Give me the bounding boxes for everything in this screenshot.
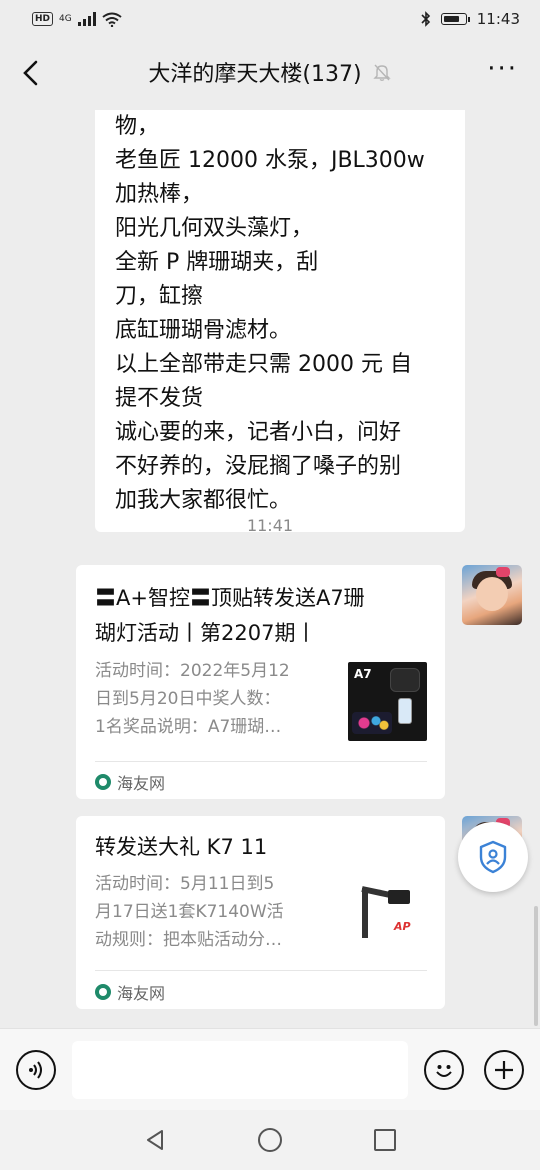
message-line: 诚心要的来，记者小白，问好: [115, 420, 402, 445]
message-line: 全新 P 牌珊瑚夹，刮: [115, 250, 319, 275]
card-desc-line: 活动时间：5月11日到5: [95, 874, 275, 894]
card-source: 海友网: [95, 980, 165, 1004]
source-name: 海友网: [117, 984, 166, 1003]
message-input-bar: [0, 1028, 540, 1110]
card-title-line: 瑚灯活动丨第2207期丨: [95, 621, 317, 645]
card-description: 活动时间：2022年5月12 日到5月20日中奖人数： 1名奖品说明：A7珊瑚…: [95, 657, 333, 741]
nav-recents-icon[interactable]: [374, 1129, 396, 1151]
message-input[interactable]: [72, 1041, 408, 1099]
nav-back-icon[interactable]: [144, 1128, 166, 1152]
bell-off-icon: [372, 64, 391, 81]
card-divider: [95, 761, 427, 762]
thumb-label: A7: [354, 667, 372, 681]
link-card-k7[interactable]: 转发送大礼 K7 11 活动时间：5月11日到5 月17日送1套K7140W活 …: [76, 816, 445, 1009]
status-right: 11:43: [421, 10, 520, 28]
shield-person-icon: [479, 840, 507, 874]
chat-header: 大洋的摩天大楼(137) ···: [0, 38, 540, 110]
message-timestamp: 11:41: [246, 516, 294, 535]
bluetooth-icon: [421, 11, 430, 27]
voice-input-button[interactable]: [16, 1050, 56, 1090]
more-actions-button[interactable]: [484, 1050, 524, 1090]
message-line: 加我大家都很忙。: [115, 488, 292, 513]
wifi-icon: [102, 12, 122, 27]
source-logo-icon: [95, 774, 111, 790]
message-line: 刀，缸擦: [115, 284, 204, 309]
card-desc-line: 动规则：把本贴活动分…: [95, 930, 282, 950]
phone-image: [398, 698, 412, 724]
title-wrap: 大洋的摩天大楼(137): [0, 56, 540, 88]
coral-image: [352, 712, 392, 734]
network-type: 4G: [59, 14, 72, 24]
card-desc-line: 1名奖品说明：A7珊瑚…: [95, 717, 282, 737]
status-left: HD 4G: [32, 12, 122, 27]
sender-avatar[interactable]: [462, 565, 522, 625]
status-bar: HD 4G 11:43: [0, 0, 540, 38]
security-shield-button[interactable]: [458, 822, 528, 892]
message-line: 不好养的，没屁搁了嗓子的别: [115, 454, 402, 479]
card-title: 〓A+智控〓顶贴转发送A7珊 瑚灯活动丨第2207期丨: [95, 581, 427, 651]
message-line: 加热棒，: [115, 182, 204, 207]
card-thumbnail: A7: [348, 662, 427, 741]
voice-icon: [29, 1061, 42, 1079]
message-line: 阳光几何双头藻灯，: [115, 216, 314, 241]
card-divider: [95, 970, 427, 971]
card-title: 转发送大礼 K7 11: [95, 835, 268, 859]
card-desc-line: 日到5月20日中奖人数：: [95, 689, 281, 709]
message-line: 老鱼匠 12000 水泵，JBL300w: [115, 148, 425, 173]
lamp-head-image: [388, 890, 410, 904]
card-source: 海友网: [95, 770, 165, 794]
chat-title[interactable]: 大洋的摩天大楼(137): [148, 56, 361, 88]
message-line: 提不发货: [115, 386, 204, 411]
plus-icon: [495, 1061, 513, 1079]
avatar-bow: [496, 567, 510, 577]
avatar-face: [476, 577, 508, 611]
message-line: 底缸珊瑚骨滤材。: [115, 318, 292, 343]
text-message-bubble[interactable]: 物， 老鱼匠 12000 水泵，JBL300w 加热棒， 阳光几何双头藻灯， 全…: [95, 110, 465, 532]
message-line: 物，: [115, 114, 160, 139]
scrollbar-thumb[interactable]: [534, 906, 538, 1026]
hd-badge: HD: [32, 12, 54, 26]
source-logo-icon: [95, 984, 111, 1000]
message-line: 以上全部带走只需 2000 元 自: [115, 352, 412, 377]
link-card-a7[interactable]: 〓A+智控〓顶贴转发送A7珊 瑚灯活动丨第2207期丨 活动时间：2022年5月…: [76, 565, 445, 799]
card-description: 活动时间：5月11日到5 月17日送1套K7140W活 动规则：把本贴活动分…: [95, 870, 333, 954]
thumb-logo: AP: [394, 920, 411, 933]
card-thumbnail: AP: [348, 876, 427, 955]
card-desc-line: 活动时间：2022年5月12: [95, 661, 290, 681]
card-title-line: 〓A+智控〓顶贴转发送A7珊: [95, 586, 365, 610]
status-time: 11:43: [476, 10, 520, 28]
chat-area[interactable]: 物， 老鱼匠 12000 水泵，JBL300w 加热棒， 阳光几何双头藻灯， 全…: [0, 110, 540, 1028]
card-desc-line: 月17日送1套K7140W活: [95, 902, 284, 922]
system-nav-bar: [0, 1110, 540, 1170]
battery-icon: [440, 13, 470, 25]
source-name: 海友网: [117, 774, 166, 793]
lamp-arm-image: [362, 888, 368, 938]
emoji-button[interactable]: [424, 1050, 464, 1090]
nav-home-icon[interactable]: [258, 1128, 282, 1152]
smiley-icon: [436, 1065, 452, 1077]
more-options-button[interactable]: ···: [487, 56, 518, 82]
lamp-image: [390, 668, 420, 692]
signal-icon: [77, 12, 96, 26]
